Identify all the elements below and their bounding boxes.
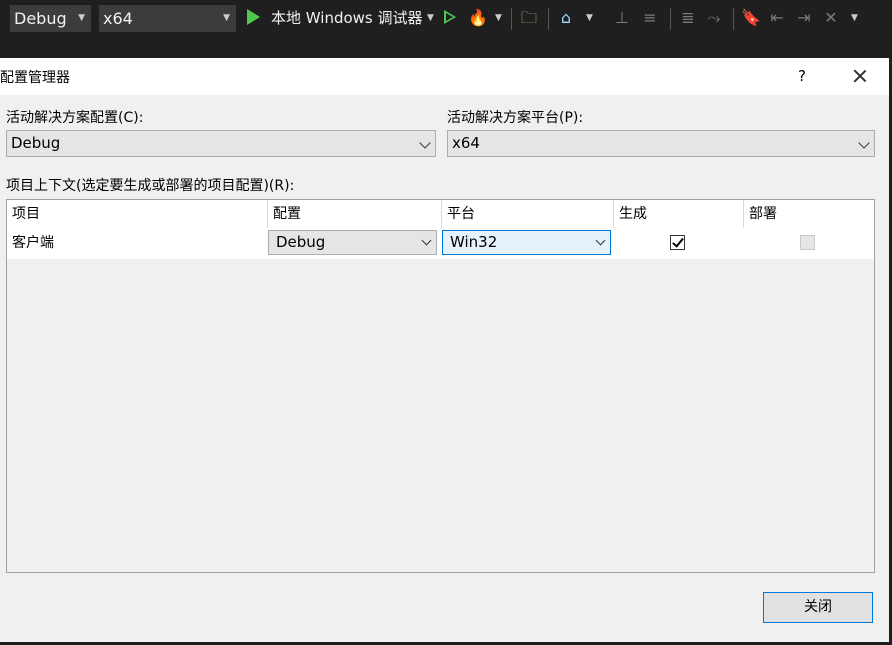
ide-toolbar: Debug ▼ x64 ▼ 本地 Windows 调试器 ▼ 🔥 ▼ 🗀 ⌂ ▼… (0, 0, 892, 38)
active-config-value: Debug (11, 134, 61, 152)
uncomment-icon[interactable]: ⤳ (704, 7, 724, 29)
solution-platform-value: x64 (103, 9, 133, 28)
checkmark-icon (672, 235, 684, 248)
bookmark-icon[interactable]: 🔖 (741, 7, 761, 29)
active-platform-value: x64 (452, 134, 480, 152)
project-name-cell: 客户端 (12, 235, 54, 251)
start-debugging-icon[interactable] (247, 9, 260, 25)
toolbar-separator (548, 8, 549, 30)
find-in-files-icon[interactable]: 🗀 (519, 7, 539, 29)
toolbar-separator (670, 8, 671, 30)
chevron-down-icon (595, 235, 606, 246)
bookmark-dropdown-arrow-icon[interactable]: ▼ (851, 5, 858, 32)
chevron-down-icon (858, 137, 870, 149)
project-context-label: 项目上下文(选定要生成或部署的项目配置)(R): (6, 178, 295, 194)
chevron-down-icon (419, 137, 431, 149)
configuration-manager-dialog: 配置管理器 ? 活动解决方案配置(C): Debug 活动解决方案平台(P): … (0, 58, 889, 642)
deploy-checkbox (800, 235, 815, 250)
solution-config-value: Debug (14, 9, 67, 28)
toolbar-separator (733, 8, 734, 30)
debugger-button[interactable]: 本地 Windows 调试器 (271, 5, 423, 32)
table-row[interactable]: 客户端 Debug Win32 (7, 228, 874, 259)
grid-header: 项目 配置 平台 生成 部署 (7, 200, 874, 229)
active-config-label: 活动解决方案配置(C): (6, 110, 144, 126)
clear-bookmarks-icon[interactable]: ✕ (821, 7, 841, 29)
dropdown-arrow-icon: ▼ (223, 13, 230, 23)
column-header-project[interactable]: 项目 (7, 200, 268, 228)
dialog-titlebar: 配置管理器 ? (0, 58, 889, 95)
next-bookmark-icon[interactable]: ⇥ (794, 7, 814, 29)
browse-icon[interactable]: ⌂ (556, 7, 576, 29)
active-platform-dropdown[interactable]: x64 (447, 130, 875, 157)
debugger-dropdown-arrow-icon[interactable]: ▼ (427, 5, 434, 32)
project-context-grid[interactable]: 项目 配置 平台 生成 部署 客户端 Debug Win32 (6, 199, 875, 573)
indent-icon[interactable]: ≡ (640, 7, 660, 29)
project-config-dropdown[interactable]: Debug (268, 230, 437, 255)
chevron-down-icon (421, 235, 432, 246)
toolbar-separator (511, 8, 512, 30)
column-header-config[interactable]: 配置 (268, 200, 442, 228)
start-without-debugging-icon[interactable] (444, 10, 456, 24)
previous-bookmark-icon[interactable]: ⇤ (767, 7, 787, 29)
close-icon[interactable] (848, 63, 872, 89)
browse-dropdown-arrow-icon[interactable]: ▼ (586, 5, 593, 32)
hot-reload-dropdown-arrow-icon[interactable]: ▼ (495, 5, 502, 32)
project-platform-dropdown[interactable]: Win32 (442, 230, 611, 255)
help-button[interactable]: ? (791, 63, 813, 89)
solution-platform-dropdown[interactable]: x64 ▼ (99, 5, 236, 32)
close-button[interactable]: 关闭 (763, 592, 873, 623)
project-config-value: Debug (276, 233, 326, 251)
active-platform-label: 活动解决方案平台(P): (447, 110, 584, 126)
build-checkbox[interactable] (670, 235, 685, 250)
project-platform-value: Win32 (450, 233, 498, 251)
dialog-title: 配置管理器 (0, 70, 70, 86)
column-header-deploy[interactable]: 部署 (744, 200, 874, 228)
column-header-platform[interactable]: 平台 (442, 200, 614, 228)
solution-config-dropdown[interactable]: Debug ▼ (10, 5, 91, 32)
comment-icon[interactable]: ≣ (678, 7, 698, 29)
hot-reload-icon[interactable]: 🔥 (468, 7, 488, 29)
active-config-dropdown[interactable]: Debug (6, 130, 436, 157)
step-icon[interactable]: ⊥ (612, 7, 632, 29)
column-header-build[interactable]: 生成 (614, 200, 744, 228)
dropdown-arrow-icon: ▼ (78, 13, 85, 23)
